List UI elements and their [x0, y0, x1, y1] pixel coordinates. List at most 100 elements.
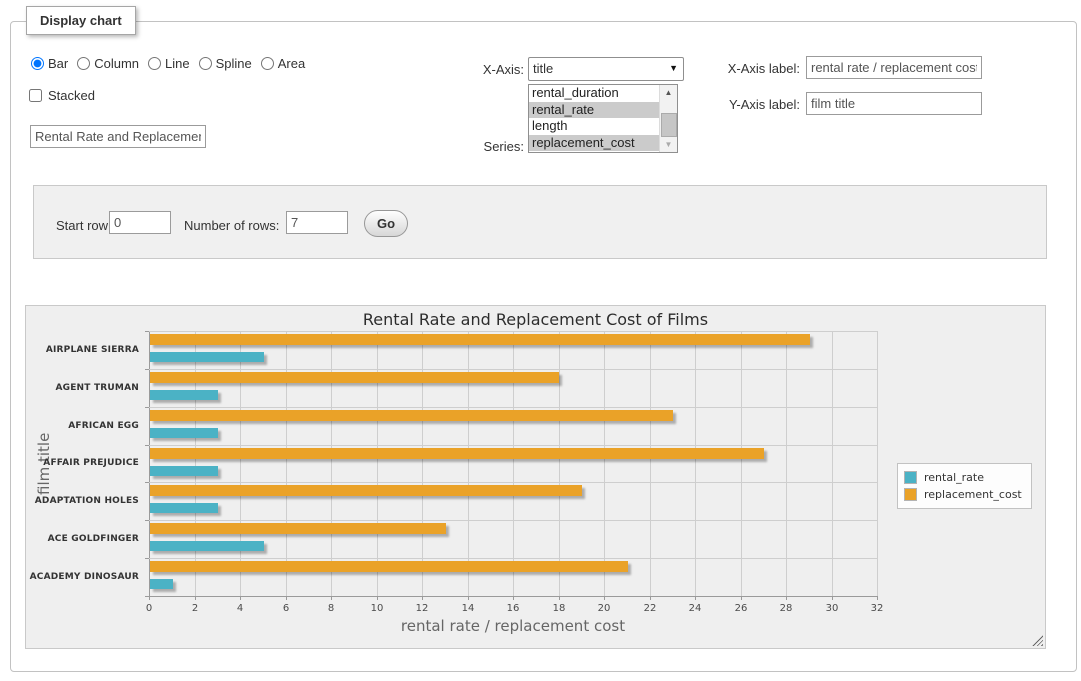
chart-type-label: Bar	[48, 56, 68, 71]
x-tick-label: 8	[311, 603, 351, 614]
legend-swatch	[904, 471, 917, 484]
series-option-length[interactable]: length	[529, 118, 660, 135]
gridline-vertical	[695, 331, 696, 596]
legend-label: replacement_cost	[924, 488, 1022, 501]
category-label: ADAPTATION HOLES	[27, 482, 139, 520]
category-label: AIRPLANE SIERRA	[27, 331, 139, 369]
y-tick-mark	[145, 445, 149, 446]
bar-replacement-cost[interactable]	[150, 523, 446, 534]
category-label: ACE GOLDFINGER	[27, 520, 139, 558]
y-axis-label-input[interactable]	[806, 92, 982, 115]
gridline-horizontal	[149, 482, 877, 483]
bar-rental-rate[interactable]	[150, 352, 264, 362]
x-axis-select[interactable]: title ▼	[528, 57, 684, 81]
x-tick-label: 4	[220, 603, 260, 614]
fieldset-legend: Display chart	[26, 6, 136, 35]
bar-rental-rate[interactable]	[150, 390, 218, 400]
gridline-vertical	[786, 331, 787, 596]
category-label: ACADEMY DINOSAUR	[27, 558, 139, 596]
scrollbar-thumb[interactable]	[661, 113, 677, 137]
series-scrollbar[interactable]: ▲ ▼	[659, 85, 677, 152]
series-option-rental_duration[interactable]: rental_duration	[529, 85, 660, 102]
y-axis-label-field-label: Y-Axis label:	[706, 97, 800, 112]
chart-type-radio-column[interactable]	[77, 57, 90, 70]
go-button[interactable]: Go	[364, 210, 408, 237]
gridline-vertical	[195, 331, 196, 596]
chart-type-radio-spline[interactable]	[199, 57, 212, 70]
x-tick-label: 12	[402, 603, 442, 614]
bar-rental-rate[interactable]	[150, 503, 218, 513]
gridline-horizontal	[149, 596, 877, 597]
resize-handle-icon[interactable]	[1032, 635, 1043, 646]
category-label: AFFAIR PREJUDICE	[27, 445, 139, 483]
gridline-horizontal	[149, 445, 877, 446]
x-tick-label: 16	[493, 603, 533, 614]
gridline-vertical	[240, 331, 241, 596]
y-tick-mark	[145, 407, 149, 408]
x-tick-label: 32	[857, 603, 897, 614]
bar-rental-rate[interactable]	[150, 466, 218, 476]
gridline-horizontal	[149, 369, 877, 370]
x-tick-label: 26	[721, 603, 761, 614]
bar-replacement-cost[interactable]	[150, 485, 582, 496]
series-multiselect[interactable]: rental_durationrental_ratelengthreplacem…	[528, 84, 678, 153]
x-tick-label: 22	[630, 603, 670, 614]
gridline-vertical	[877, 331, 878, 596]
gridline-vertical	[331, 331, 332, 596]
chart-type-radio-bar[interactable]	[31, 57, 44, 70]
num-rows-input[interactable]	[286, 211, 348, 234]
page: Display chart Bar Column Line Spline Area St…	[0, 0, 1081, 681]
pagination-panel: Start row: Number of rows: Go	[33, 185, 1047, 259]
chart-legend: rental_rate replacement_cost	[897, 463, 1032, 509]
series-option-replacement_cost[interactable]: replacement_cost	[529, 135, 660, 152]
plot-area: 02468101214161820222426283032AIRPLANE SI…	[149, 331, 877, 596]
start-row-input[interactable]	[109, 211, 171, 234]
gridline-vertical	[559, 331, 560, 596]
bar-replacement-cost[interactable]	[150, 561, 628, 572]
x-tick-label: 2	[175, 603, 215, 614]
stacked-checkbox[interactable]	[29, 89, 42, 102]
gridline-vertical	[832, 331, 833, 596]
gridline-vertical	[377, 331, 378, 596]
chevron-down-icon: ▼	[669, 64, 678, 73]
chart-title-input[interactable]	[30, 125, 206, 148]
bar-replacement-cost[interactable]	[150, 372, 559, 383]
series-option-rental_rate[interactable]: rental_rate	[529, 102, 660, 119]
chart-type-radio-group: Bar Column Line Spline Area	[31, 56, 314, 71]
gridline-horizontal	[149, 558, 877, 559]
bar-rental-rate[interactable]	[150, 541, 264, 551]
chart-type-radio-line[interactable]	[148, 57, 161, 70]
start-row-label: Start row:	[56, 218, 112, 233]
x-tick-mark	[877, 596, 878, 600]
gridline-vertical	[149, 331, 150, 596]
bar-replacement-cost[interactable]	[150, 448, 764, 459]
x-axis-label-input[interactable]	[806, 56, 982, 79]
y-tick-mark	[145, 331, 149, 332]
gridline-vertical	[468, 331, 469, 596]
bar-replacement-cost[interactable]	[150, 410, 673, 421]
scroll-up-icon[interactable]: ▲	[660, 85, 677, 100]
chart-container: Rental Rate and Replacement Cost of Film…	[25, 305, 1046, 649]
chart-type-radio-area[interactable]	[261, 57, 274, 70]
stacked-row: Stacked	[29, 88, 95, 103]
x-tick-label: 20	[584, 603, 624, 614]
scroll-down-icon[interactable]: ▼	[660, 137, 677, 152]
bar-rental-rate[interactable]	[150, 428, 218, 438]
gridline-vertical	[650, 331, 651, 596]
chart-type-option-bar[interactable]: Bar	[31, 56, 68, 71]
chart-type-option-line[interactable]: Line	[148, 56, 190, 71]
chart-type-option-area[interactable]: Area	[261, 56, 305, 71]
y-tick-mark	[145, 596, 149, 597]
legend-label: rental_rate	[924, 471, 984, 484]
y-tick-mark	[145, 558, 149, 559]
chart-type-option-column[interactable]: Column	[77, 56, 139, 71]
x-tick-label: 14	[448, 603, 488, 614]
gridline-vertical	[513, 331, 514, 596]
chart-type-label: Column	[94, 56, 139, 71]
bar-replacement-cost[interactable]	[150, 334, 810, 345]
x-tick-label: 28	[766, 603, 806, 614]
chart-x-axis-label: rental rate / replacement cost	[149, 617, 877, 635]
chart-type-option-spline[interactable]: Spline	[199, 56, 252, 71]
x-axis-label-field-label: X-Axis label:	[706, 61, 800, 76]
bar-rental-rate[interactable]	[150, 579, 173, 589]
